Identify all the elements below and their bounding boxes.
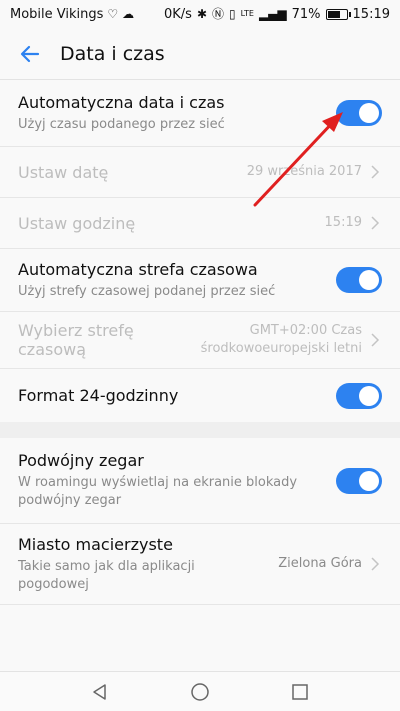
setting-dual-clock[interactable]: Podwójny zegar W roamingu wyświetlaj na … xyxy=(0,438,400,524)
chevron-right-icon xyxy=(371,333,380,347)
timezone-value: GMT+02:00 Czas środkowoeuropejski letni xyxy=(201,322,362,358)
setting-label: Automatyczna data i czas xyxy=(18,92,225,112)
setting-set-time[interactable]: Ustaw godzinę 15:19 xyxy=(0,198,400,249)
setting-label: Miasto macierzyste xyxy=(18,534,173,554)
settings-list: Automatyczna data i czas Użyj czasu poda… xyxy=(0,80,400,605)
setting-choose-timezone[interactable]: Wybierz strefę czasową GMT+02:00 Czas śr… xyxy=(0,312,400,369)
setting-label: Ustaw godzinę xyxy=(18,213,136,233)
battery-icon xyxy=(325,8,351,20)
format-24h-toggle[interactable] xyxy=(336,382,382,409)
heart-pulse-icon: ♡ xyxy=(107,7,119,21)
timezone-value-line2: środkowoeuropejski letni xyxy=(200,341,362,356)
setting-description: Użyj czasu podanego przez sieć xyxy=(18,116,225,132)
network-type: LTE xyxy=(240,9,254,18)
carrier-name: Mobile Vikings xyxy=(10,6,104,22)
page-title: Data i czas xyxy=(60,42,165,65)
setting-description: Użyj strefy czasowej podanej przez sieć xyxy=(18,283,276,299)
square-recent-icon xyxy=(292,683,308,700)
setting-home-city[interactable]: Miasto macierzyste Takie samo jak dla ap… xyxy=(0,524,400,605)
dual-clock-toggle[interactable] xyxy=(336,467,382,494)
vibrate-icon: ▯ xyxy=(229,7,236,21)
description-line2: podwójny zegar xyxy=(18,493,122,508)
setting-description: W roamingu wyświetlaj na ekranie blokady… xyxy=(18,474,336,510)
setting-set-date[interactable]: Ustaw datę 29 września 2017 xyxy=(0,147,400,198)
timezone-value-line1: GMT+02:00 Czas xyxy=(249,323,362,338)
cloud-icon: ☁ xyxy=(122,7,135,21)
chevron-right-icon xyxy=(371,216,380,230)
nav-home-button[interactable] xyxy=(185,677,215,707)
bluetooth-icon: ✱ xyxy=(196,7,208,21)
signal-icon: ▂▄▆ xyxy=(258,7,287,21)
clock: 15:19 xyxy=(352,6,390,22)
section-divider xyxy=(0,422,400,438)
auto-datetime-toggle[interactable] xyxy=(336,100,382,126)
auto-timezone-toggle[interactable] xyxy=(336,267,382,293)
navigation-bar xyxy=(0,671,400,711)
setting-label: Wybierz strefę czasową xyxy=(18,321,134,359)
status-bar: Mobile Vikings ♡ ☁ 0K/s ✱ Ⓝ ▯ LTE ▂▄▆ 71… xyxy=(0,0,400,28)
nfc-icon: Ⓝ xyxy=(212,7,225,21)
nav-recent-button[interactable] xyxy=(285,677,315,707)
description-line1: Takie samo jak dla aplikacji xyxy=(18,558,195,574)
app-bar: Data i czas xyxy=(0,28,400,80)
network-speed: 0K/s xyxy=(164,6,192,22)
setting-auto-timezone[interactable]: Automatyczna strefa czasowa Użyj strefy … xyxy=(0,249,400,312)
setting-label: Ustaw datę xyxy=(18,162,109,182)
time-value: 15:19 xyxy=(324,215,362,230)
setting-format-24h[interactable]: Format 24-godzinny xyxy=(0,369,400,422)
date-value: 29 września 2017 xyxy=(246,164,362,179)
triangle-back-icon xyxy=(93,683,106,700)
battery-percent: 71% xyxy=(291,6,321,22)
chevron-right-icon xyxy=(371,557,380,571)
arrow-left-icon xyxy=(20,45,40,62)
back-button[interactable] xyxy=(0,28,60,80)
setting-description: Takie samo jak dla aplikacji pogodowej xyxy=(18,558,278,594)
chevron-right-icon xyxy=(371,165,380,179)
nav-back-button[interactable] xyxy=(85,677,115,707)
description-line1: W roamingu wyświetlaj na ekranie blokady xyxy=(18,475,298,490)
home-city-value: Zielona Góra xyxy=(278,556,362,571)
circle-home-icon xyxy=(191,682,209,701)
setting-label: Format 24-godzinny xyxy=(18,386,179,405)
setting-auto-datetime[interactable]: Automatyczna data i czas Użyj czasu poda… xyxy=(0,80,400,147)
description-line2: pogodowej xyxy=(18,576,89,592)
setting-label: Automatyczna strefa czasowa xyxy=(18,259,258,279)
setting-label: Podwójny zegar xyxy=(18,451,144,470)
